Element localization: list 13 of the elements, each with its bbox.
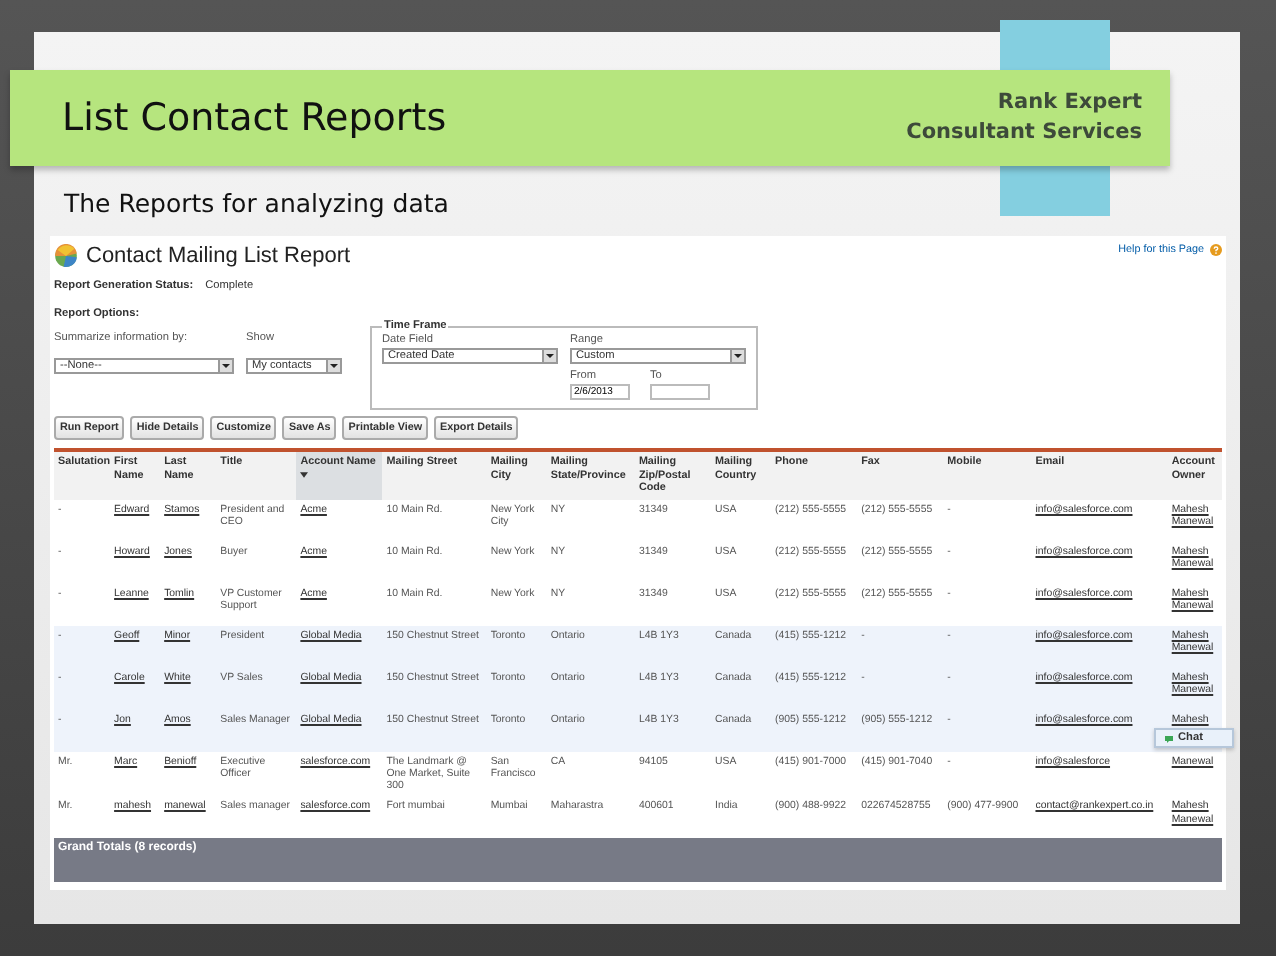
report-title: Contact Mailing List Report <box>86 244 351 268</box>
sort-arrow-icon <box>300 471 309 477</box>
logo-icon <box>54 244 78 268</box>
to-date-field[interactable] <box>650 384 710 400</box>
slide-subtitle: The Reports for analyzing data <box>64 188 451 218</box>
caret-icon <box>542 350 556 362</box>
caret-icon <box>218 360 232 372</box>
slide-title: List Contact Reports <box>62 96 447 140</box>
company-name: Rank Expert <box>997 88 1142 118</box>
caret-icon <box>326 360 340 372</box>
chat-icon <box>1164 733 1174 743</box>
caret-icon <box>730 350 744 362</box>
company-name: Consultant Services <box>906 118 1142 148</box>
